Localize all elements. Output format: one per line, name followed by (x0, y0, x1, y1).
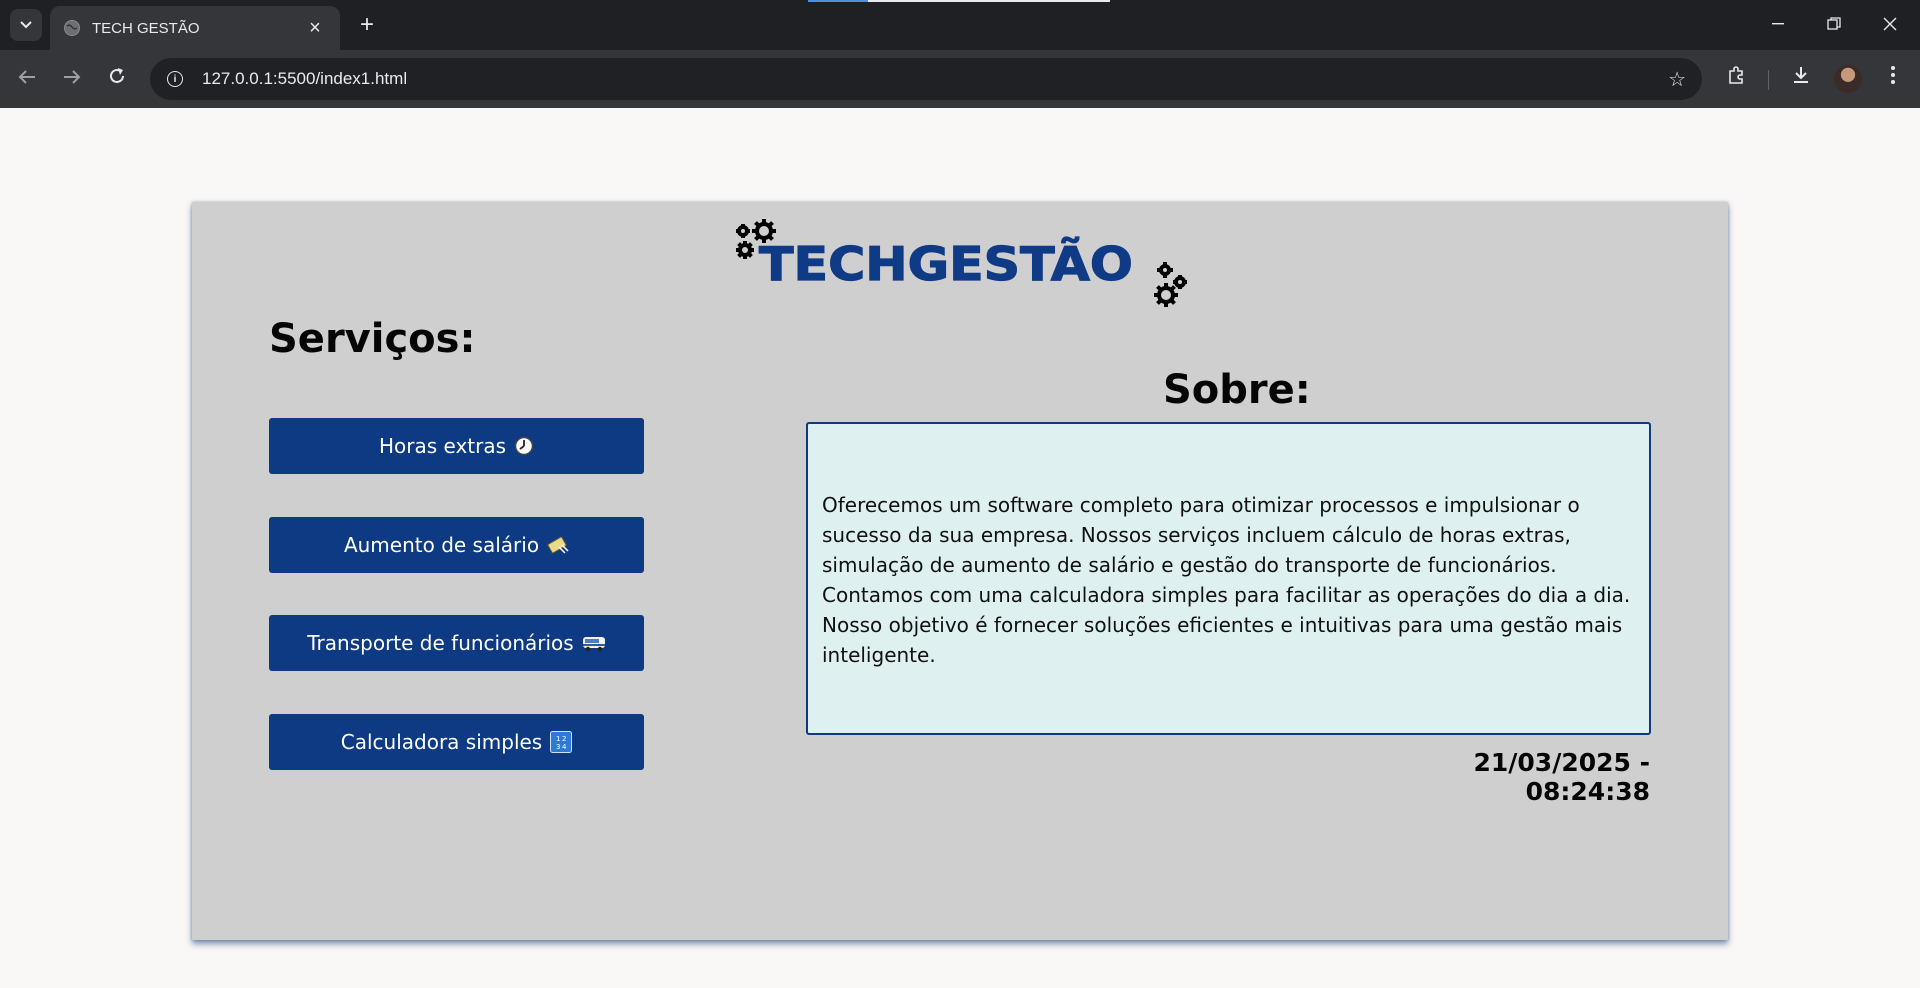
url-text[interactable]: 127.0.0.1:5500/index1.html (202, 69, 1668, 89)
downloads-button[interactable] (1786, 64, 1816, 94)
restore-button[interactable] (1806, 0, 1862, 48)
chevron-down-icon (20, 21, 32, 29)
gears-icon (1154, 262, 1187, 307)
globe-icon (64, 20, 80, 36)
svg-text:3: 3 (556, 743, 560, 751)
browser-toolbar: i 127.0.0.1:5500/index1.html ☆ (0, 50, 1920, 108)
toolbar-divider (1768, 70, 1769, 90)
aumento-salario-button[interactable]: Aumento de salário (269, 517, 644, 573)
aumento-salario-label: Aumento de salário (343, 533, 540, 557)
new-tab-button[interactable]: + (352, 10, 382, 40)
calculadora-simples-button[interactable]: Calculadora simples 1234 (269, 714, 644, 770)
close-window-button[interactable] (1862, 0, 1918, 48)
bus-icon (582, 634, 606, 652)
calculadora-simples-label: Calculadora simples (340, 730, 543, 754)
arrow-left-icon (18, 70, 35, 84)
transporte-funcionarios-button[interactable]: Transporte de funcionários (269, 615, 644, 671)
minimize-icon (1772, 23, 1784, 25)
back-button[interactable] (12, 64, 42, 94)
svg-text:4: 4 (562, 743, 567, 751)
bookmark-star-icon[interactable]: ☆ (1668, 67, 1686, 92)
calculator-icon: 1234 (550, 731, 573, 753)
loading-progress (808, 0, 1110, 2)
services-heading: Serviços: (269, 316, 476, 362)
arrow-right-icon (64, 70, 81, 84)
about-box: Oferecemos um software completo para oti… (806, 422, 1651, 735)
download-icon (1794, 67, 1808, 83)
reload-icon (110, 68, 124, 83)
puzzle-icon (1729, 66, 1743, 84)
info-icon: i (167, 71, 183, 87)
tab-title: TECH GESTÃO (92, 19, 200, 37)
extensions-button[interactable] (1722, 64, 1752, 94)
horas-extras-button[interactable]: Horas extras (269, 418, 644, 474)
clock-icon (514, 436, 534, 456)
browser-titlebar: TECH GESTÃO × + (0, 0, 1920, 50)
tab-search-button[interactable] (10, 9, 42, 41)
site-info-button[interactable]: i (162, 66, 188, 92)
menu-button[interactable] (1878, 64, 1908, 94)
about-heading: Sobre: (1163, 367, 1311, 413)
logo-text: TECHGESTÃO (758, 236, 1133, 291)
svg-text:2: 2 (562, 735, 566, 743)
profile-avatar[interactable] (1834, 65, 1862, 93)
techgestao-logo: TECHGESTÃO (733, 215, 1195, 311)
svg-text:1: 1 (556, 735, 560, 743)
datetime-display: 21/03/2025 - 08:24:38 (1473, 748, 1650, 806)
horas-extras-label: Horas extras (378, 434, 507, 458)
close-icon (1883, 17, 1897, 31)
minimize-button[interactable] (1750, 0, 1806, 48)
restore-icon (1827, 17, 1841, 30)
browser-tab[interactable]: TECH GESTÃO × (50, 6, 340, 50)
address-bar[interactable]: i 127.0.0.1:5500/index1.html ☆ (150, 58, 1702, 100)
money-icon (547, 535, 569, 555)
reload-button[interactable] (102, 64, 132, 94)
more-vertical-icon (1891, 66, 1895, 84)
close-tab-icon[interactable]: × (304, 17, 326, 40)
transporte-funcionarios-label: Transporte de funcionários (307, 631, 574, 655)
about-text: Oferecemos um software completo para oti… (822, 493, 1631, 667)
forward-button[interactable] (57, 64, 87, 94)
